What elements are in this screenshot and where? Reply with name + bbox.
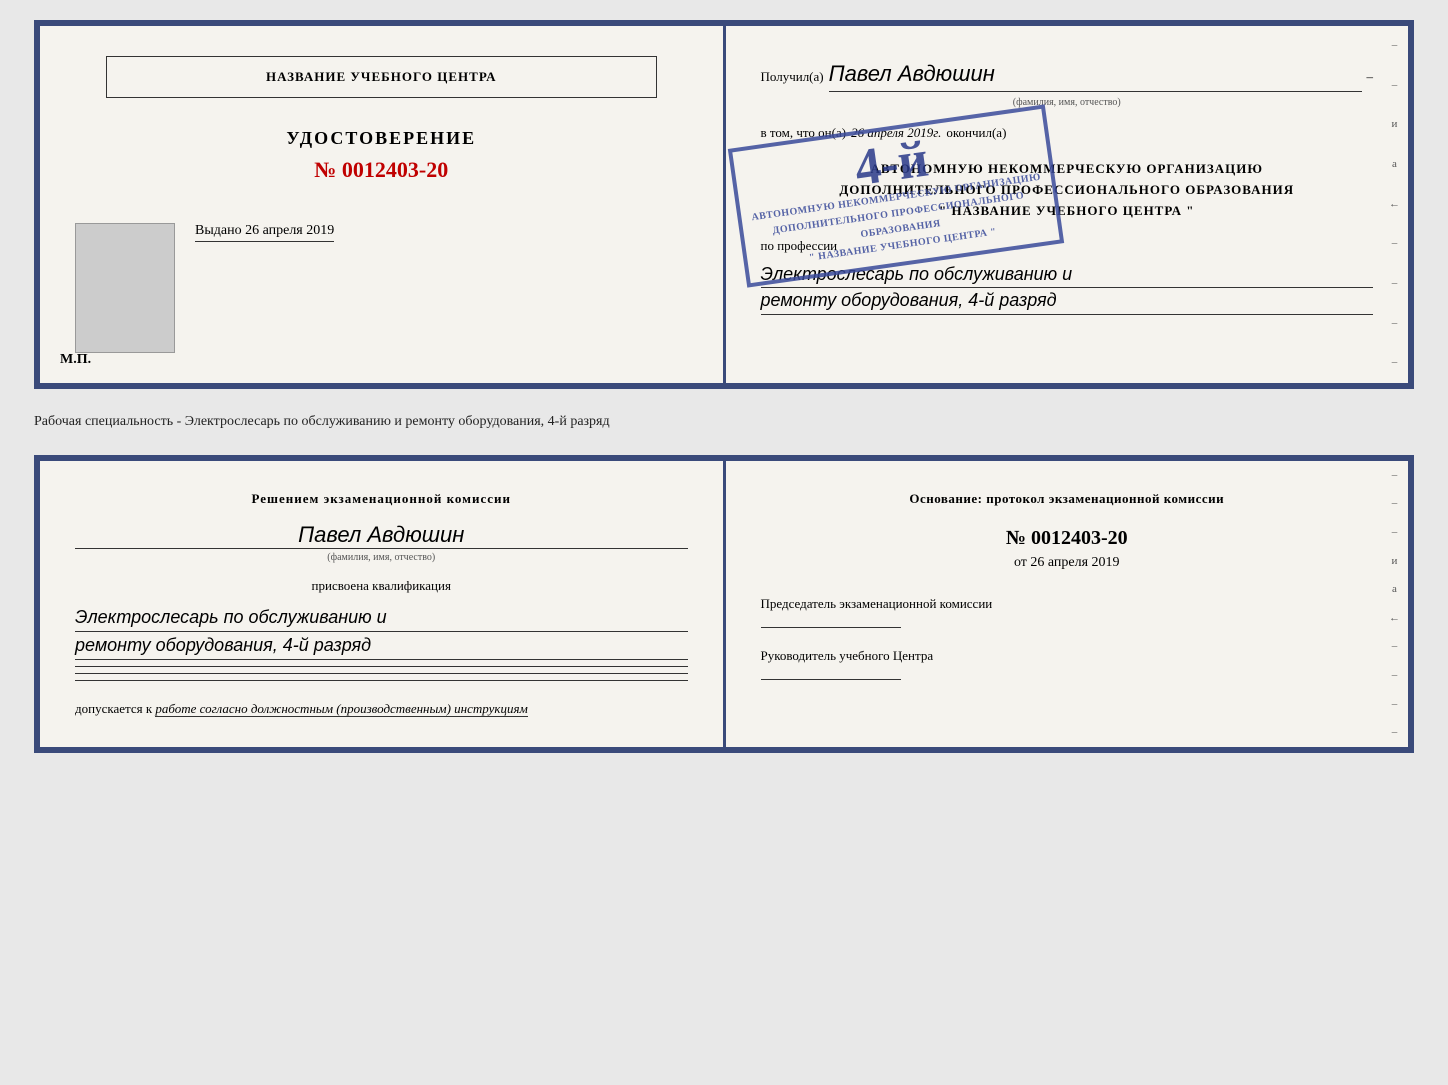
right-marks-top: – – и а ← – – – – [1389,26,1400,383]
date-prefix: от [1014,555,1027,570]
basis-title: Основание: протокол экзаменационной коми… [761,491,1374,507]
qualification-line1: Электрослесарь по обслуживанию и [75,604,688,632]
director-block: Руководитель учебного Центра [761,648,1374,680]
bottom-booklet: Решением экзаменационной комиссии Павел … [34,455,1414,753]
received-name: Павел Авдюшин [829,56,1362,92]
photo-box [75,223,175,353]
photo-and-info: Выдано 26 апреля 2019 [75,223,688,353]
issued-label: Выдано [195,223,242,238]
qualification-assigned: присвоена квалификация [75,578,688,594]
director-title: Руководитель учебного Центра [761,648,1374,664]
org-name-box: НАЗВАНИЕ УЧЕБНОГО ЦЕНТРА [106,56,657,98]
issued-date: 26 апреля 2019 [245,223,334,238]
issued-block: Выдано 26 апреля 2019 [195,223,334,242]
chairman-signature-line [761,627,901,628]
allowed-prefix: допускается к [75,701,152,716]
chairman-title: Председатель экзаменационной комиссии [761,596,1374,612]
decision-title: Решением экзаменационной комиссии [75,491,688,507]
date-value: 26 апреля 2019 [1030,555,1119,570]
org-name-text: НАЗВАНИЕ УЧЕБНОГО ЦЕНТРА [266,69,497,84]
received-line: Получил(а) Павел Авдюшин – [761,56,1374,92]
received-label: Получил(а) [761,67,824,88]
person-name-bottom: Павел Авдюшин [75,522,688,549]
chairman-block: Председатель экзаменационной комиссии [761,596,1374,628]
certificate-number: № 0012403-20 [314,157,448,183]
profession-name-line2: ремонту оборудования, 4-й разряд [761,288,1374,314]
hint-fio-bottom: (фамилия, имя, отчество) [75,552,688,563]
allowed-block: допускается к работе согласно должностны… [75,701,688,717]
top-booklet: НАЗВАНИЕ УЧЕБНОГО ЦЕНТРА УДОСТОВЕРЕНИЕ №… [34,20,1414,389]
right-marks-bottom: – – – и а ← – – – – [1389,461,1400,747]
hint-fio-top: (фамилия, имя, отчество) [761,95,1374,111]
bottom-right-page: Основание: протокол экзаменационной коми… [726,461,1409,747]
separator-text: Рабочая специальность - Электрослесарь п… [34,407,1414,437]
issued-line: Выдано 26 апреля 2019 [195,223,334,242]
qualification-line2: ремонту оборудования, 4-й разряд [75,632,688,660]
mp-label: М.П. [60,352,91,368]
certificate-label: УДОСТОВЕРЕНИЕ [286,128,476,149]
top-right-page: Получил(а) Павел Авдюшин – (фамилия, имя… [726,26,1409,383]
top-left-page: НАЗВАНИЕ УЧЕБНОГО ЦЕНТРА УДОСТОВЕРЕНИЕ №… [40,26,726,383]
protocol-date: от 26 апреля 2019 [761,555,1374,571]
director-signature-line [761,679,901,680]
allowed-text: работе согласно должностным (производств… [155,701,527,717]
protocol-number: № 0012403-20 [761,527,1374,550]
bottom-left-page: Решением экзаменационной комиссии Павел … [40,461,726,747]
